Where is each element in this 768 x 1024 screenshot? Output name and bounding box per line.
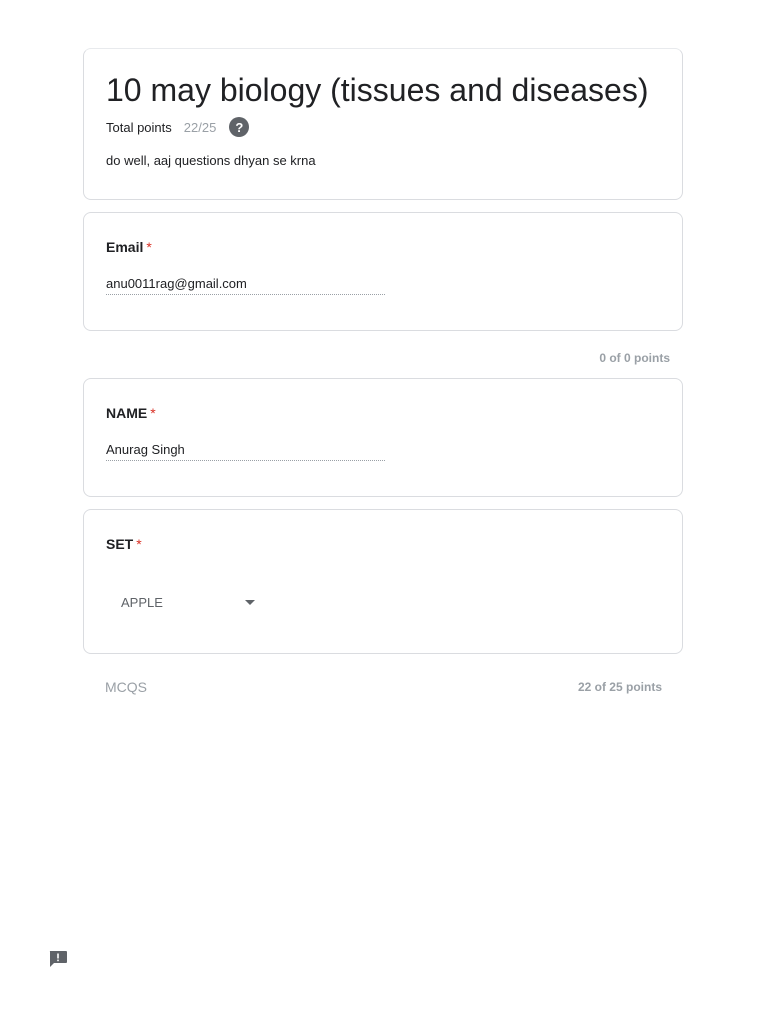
section-title: MCQS — [105, 679, 147, 695]
set-question-label: SET * — [106, 536, 142, 552]
required-asterisk: * — [150, 405, 156, 421]
set-label-text: SET — [106, 536, 134, 552]
total-points-label: Total points — [106, 119, 172, 135]
email-points-note: 0 of 0 points — [599, 351, 670, 365]
name-label-text: NAME — [106, 405, 148, 421]
total-points-value: 22/25 — [183, 119, 217, 135]
form-title: 10 may biology (tissues and diseases) — [106, 72, 649, 108]
form-response-page: 10 may biology (tissues and diseases) To… — [0, 0, 768, 1024]
caret-down-icon — [245, 600, 255, 605]
email-label-text: Email — [106, 239, 144, 255]
email-question-card: Email * anu0011rag@gmail.com — [83, 212, 683, 331]
email-answer: anu0011rag@gmail.com — [106, 276, 385, 295]
set-question-card: SET * APPLE — [83, 509, 683, 654]
section-points-note: 22 of 25 points — [577, 680, 662, 694]
form-description: do well, aaj questions dhyan se krna — [106, 153, 316, 168]
help-icon[interactable]: ? — [229, 117, 250, 137]
form-header-card: 10 may biology (tissues and diseases) To… — [83, 48, 683, 200]
required-asterisk: * — [136, 536, 142, 552]
required-asterisk: * — [146, 239, 152, 255]
email-question-label: Email * — [106, 239, 152, 255]
set-dropdown-value: APPLE — [121, 594, 163, 610]
name-question-label: NAME * — [106, 405, 156, 421]
feedback-icon[interactable] — [48, 950, 68, 968]
set-dropdown[interactable]: APPLE — [106, 586, 266, 618]
name-question-card: NAME * Anurag Singh — [83, 378, 683, 497]
name-answer: Anurag Singh — [106, 442, 385, 461]
total-points-row: Total points 22/25 ? — [106, 115, 250, 139]
